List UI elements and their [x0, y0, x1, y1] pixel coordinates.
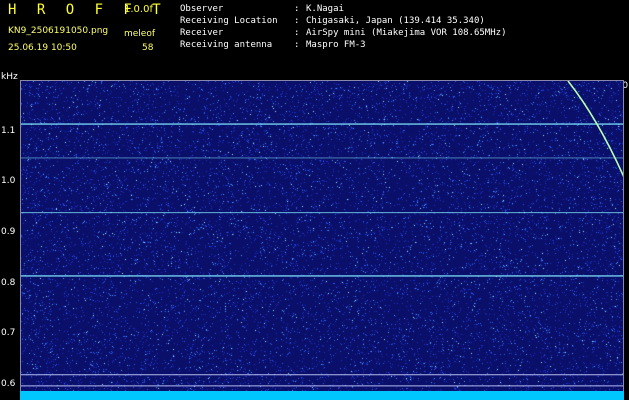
- version-label: 1.0.0f: [124, 4, 153, 15]
- hrofft-window: H R O F F T 1.0.0f KN9_2506191050.png me…: [0, 0, 629, 400]
- info-value: Maspro FM-3: [306, 40, 366, 50]
- info-key: Receiving antenna: [180, 40, 273, 50]
- info-value: K.Nagai: [306, 4, 344, 14]
- station-info: Observer : K.Nagai Receiving Location : …: [180, 3, 620, 51]
- spectrogram-traces: [21, 81, 623, 387]
- info-value: AirSpy mini (Miakejima VOR 108.65MHz): [306, 28, 507, 38]
- header-left-panel: H R O F F T 1.0.0f KN9_2506191050.png me…: [6, 2, 166, 72]
- meteor-echo: [567, 81, 623, 177]
- info-sep: :: [294, 4, 300, 14]
- info-row-receiver: Receiver : AirSpy mini (Miakejima VOR 10…: [180, 27, 620, 39]
- y-axis-unit: kHz: [1, 72, 18, 82]
- info-key: Observer: [180, 4, 224, 14]
- y-tick-label: 0.7: [1, 328, 16, 339]
- info-row-location: Receiving Location : Chigasaki, Japan (1…: [180, 15, 620, 27]
- info-row-observer: Observer : K.Nagai: [180, 3, 620, 15]
- datetime-label: 25.06.19 10:50: [8, 43, 77, 53]
- info-row-antenna: Receiving antenna : Maspro FM-3: [180, 39, 620, 51]
- noise-floor-band: [20, 391, 624, 400]
- info-value: Chigasaki, Japan (139.414 35.340): [306, 16, 485, 26]
- filename-label: KN9_2506191050.png: [8, 26, 109, 36]
- info-key: Receiver: [180, 28, 224, 38]
- y-tick-label: 0.8: [1, 277, 16, 288]
- info-sep: :: [294, 16, 300, 26]
- info-key: Receiving Location: [180, 16, 278, 26]
- info-sep: :: [294, 40, 300, 50]
- y-tick-label: 1.1: [1, 125, 16, 136]
- y-tick-label: 1.0: [1, 176, 16, 187]
- info-sep: :: [294, 28, 300, 38]
- spectrogram-plot: [20, 80, 624, 394]
- y-tick-label: 0.6: [1, 378, 16, 389]
- count-label: 58: [142, 43, 154, 53]
- y-tick-label: 0.9: [1, 226, 16, 237]
- mode-label: meleof: [124, 29, 156, 39]
